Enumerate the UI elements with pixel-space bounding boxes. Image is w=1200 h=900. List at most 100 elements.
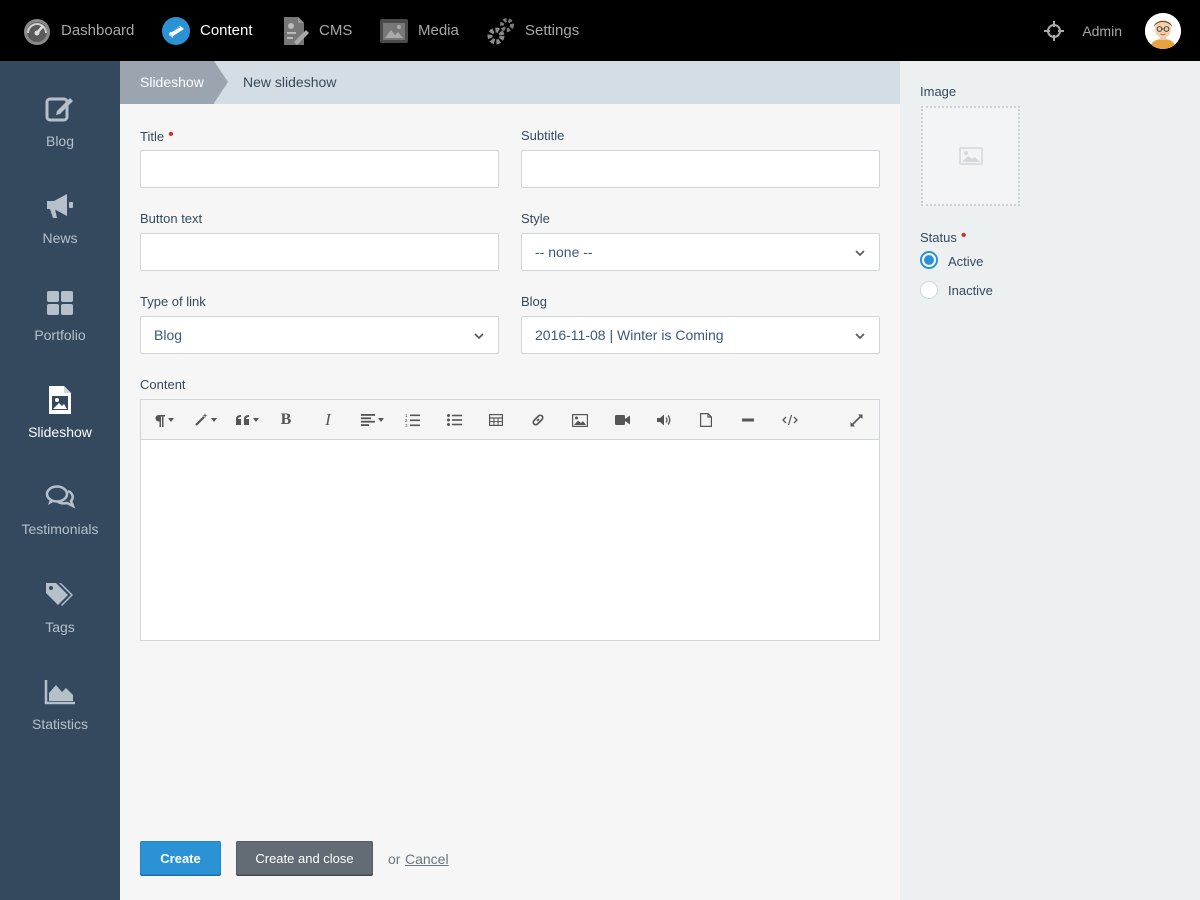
ordered-list-icon[interactable]: 123 [401, 400, 423, 440]
sidebar-item-label: News [42, 230, 78, 246]
topnav-content[interactable]: Content [161, 0, 253, 61]
status-label: Status • [920, 227, 967, 247]
image-placeholder-icon [958, 147, 983, 165]
editor-toolbar: B I 123 [141, 400, 879, 440]
comments-icon [44, 481, 76, 513]
style-label: Style [521, 211, 550, 226]
create-button[interactable]: Create [140, 841, 221, 875]
topbar-right: Admin [1044, 0, 1200, 61]
chevron-down-icon [855, 250, 865, 257]
sidebar-item-label: Portfolio [34, 327, 86, 343]
speedometer-icon [22, 16, 52, 46]
crosshair-icon[interactable] [1044, 20, 1065, 41]
sidebar-item-label: Statistics [31, 716, 88, 732]
top-bar: Dashboard Content CMS Media Settings Adm… [0, 0, 1200, 61]
status-inactive-label[interactable]: Inactive [948, 283, 993, 298]
picture-icon[interactable] [569, 400, 591, 440]
title-input[interactable] [140, 150, 499, 188]
breadcrumb-parent[interactable]: Slideshow [120, 61, 214, 104]
bold-icon[interactable]: B [275, 400, 297, 440]
type-of-link-label: Type of link [140, 294, 206, 309]
subtitle-label: Subtitle [521, 128, 565, 143]
svg-text:3: 3 [405, 423, 408, 427]
magic-wand-icon[interactable] [191, 400, 219, 440]
topnav-media[interactable]: Media [379, 0, 459, 61]
sidebar: Blog News Portfolio Slideshow Testimonia… [0, 61, 120, 900]
sidebar-item-statistics[interactable]: Statistics [0, 676, 120, 756]
quote-icon[interactable] [233, 400, 261, 440]
gears-icon [486, 16, 516, 46]
breadcrumb: Slideshow New slideshow [120, 61, 900, 104]
sidebar-item-tags[interactable]: Tags [0, 579, 120, 659]
fullscreen-icon[interactable] [845, 400, 867, 440]
chevron-down-icon [855, 333, 865, 340]
subtitle-input[interactable] [521, 150, 880, 188]
or-text: or [388, 851, 401, 867]
style-select[interactable]: -- none -- [521, 233, 880, 271]
grid-icon [44, 287, 76, 319]
blog-select-value: 2016-11-08 | Winter is Coming [535, 327, 724, 343]
image-file-icon [44, 384, 76, 416]
chevron-down-icon [474, 333, 484, 340]
image-label: Image [920, 84, 957, 99]
topnav-label: Content [200, 22, 253, 39]
content-label: Content [140, 377, 186, 392]
sidebar-item-news[interactable]: News [0, 190, 120, 270]
sidebar-item-label: Blog [45, 133, 75, 149]
sidebar-item-testimonials[interactable]: Testimonials [0, 481, 120, 561]
required-marker: • [960, 227, 967, 244]
topnav-label: Settings [525, 22, 580, 39]
editor-body[interactable] [141, 440, 879, 640]
cancel-link[interactable]: Cancel [405, 851, 449, 867]
topnav-label: Dashboard [61, 22, 135, 39]
media-icon [379, 16, 409, 46]
topnav-settings[interactable]: Settings [486, 0, 579, 61]
italic-icon[interactable]: I [317, 400, 339, 440]
image-upload-box[interactable] [921, 106, 1020, 206]
style-select-value: -- none -- [535, 244, 593, 260]
file-icon[interactable] [695, 400, 717, 440]
status-active-label[interactable]: Active [948, 254, 983, 269]
avatar[interactable] [1145, 12, 1181, 49]
type-of-link-select[interactable]: Blog [140, 316, 499, 354]
sidebar-item-blog[interactable]: Blog [0, 93, 120, 173]
sidebar-item-label: Testimonials [21, 521, 99, 537]
content-icon [161, 16, 191, 46]
paragraph-icon[interactable] [151, 400, 177, 440]
status-label-text: Status [920, 230, 957, 245]
breadcrumb-current: New slideshow [243, 74, 337, 90]
admin-label[interactable]: Admin [1082, 23, 1122, 39]
required-marker: • [168, 126, 174, 143]
blog-select[interactable]: 2016-11-08 | Winter is Coming [521, 316, 880, 354]
title-label-text: Title [140, 129, 165, 144]
button-text-label: Button text [140, 211, 203, 226]
audio-icon[interactable] [653, 400, 675, 440]
video-icon[interactable] [611, 400, 633, 440]
sidebar-item-label: Slideshow [28, 424, 92, 440]
megaphone-icon [44, 190, 76, 222]
edit-icon [44, 93, 76, 125]
topnav-label: Media [418, 22, 459, 39]
title-label: Title • [140, 126, 174, 146]
link-icon[interactable] [527, 400, 549, 440]
area-chart-icon [44, 676, 76, 708]
breadcrumb-separator [214, 61, 228, 103]
create-and-close-button[interactable]: Create and close [236, 841, 373, 875]
table-icon[interactable] [485, 400, 507, 440]
horizontal-rule-icon[interactable] [737, 400, 759, 440]
topnav-cms[interactable]: CMS [280, 0, 352, 61]
status-inactive-radio[interactable] [920, 281, 938, 299]
button-text-input[interactable] [140, 233, 499, 271]
topnav-dashboard[interactable]: Dashboard [22, 0, 134, 61]
sidebar-item-label: Tags [45, 619, 75, 635]
sidebar-item-slideshow[interactable]: Slideshow [0, 384, 120, 464]
code-icon[interactable] [779, 400, 801, 440]
topnav-label: CMS [319, 22, 353, 39]
type-of-link-value: Blog [154, 327, 183, 343]
sidebar-item-portfolio[interactable]: Portfolio [0, 287, 120, 367]
tags-icon [44, 579, 76, 611]
content-editor: B I 123 [140, 399, 880, 641]
align-icon[interactable] [357, 400, 387, 440]
status-active-radio[interactable] [920, 251, 938, 269]
unordered-list-icon[interactable] [443, 400, 465, 440]
